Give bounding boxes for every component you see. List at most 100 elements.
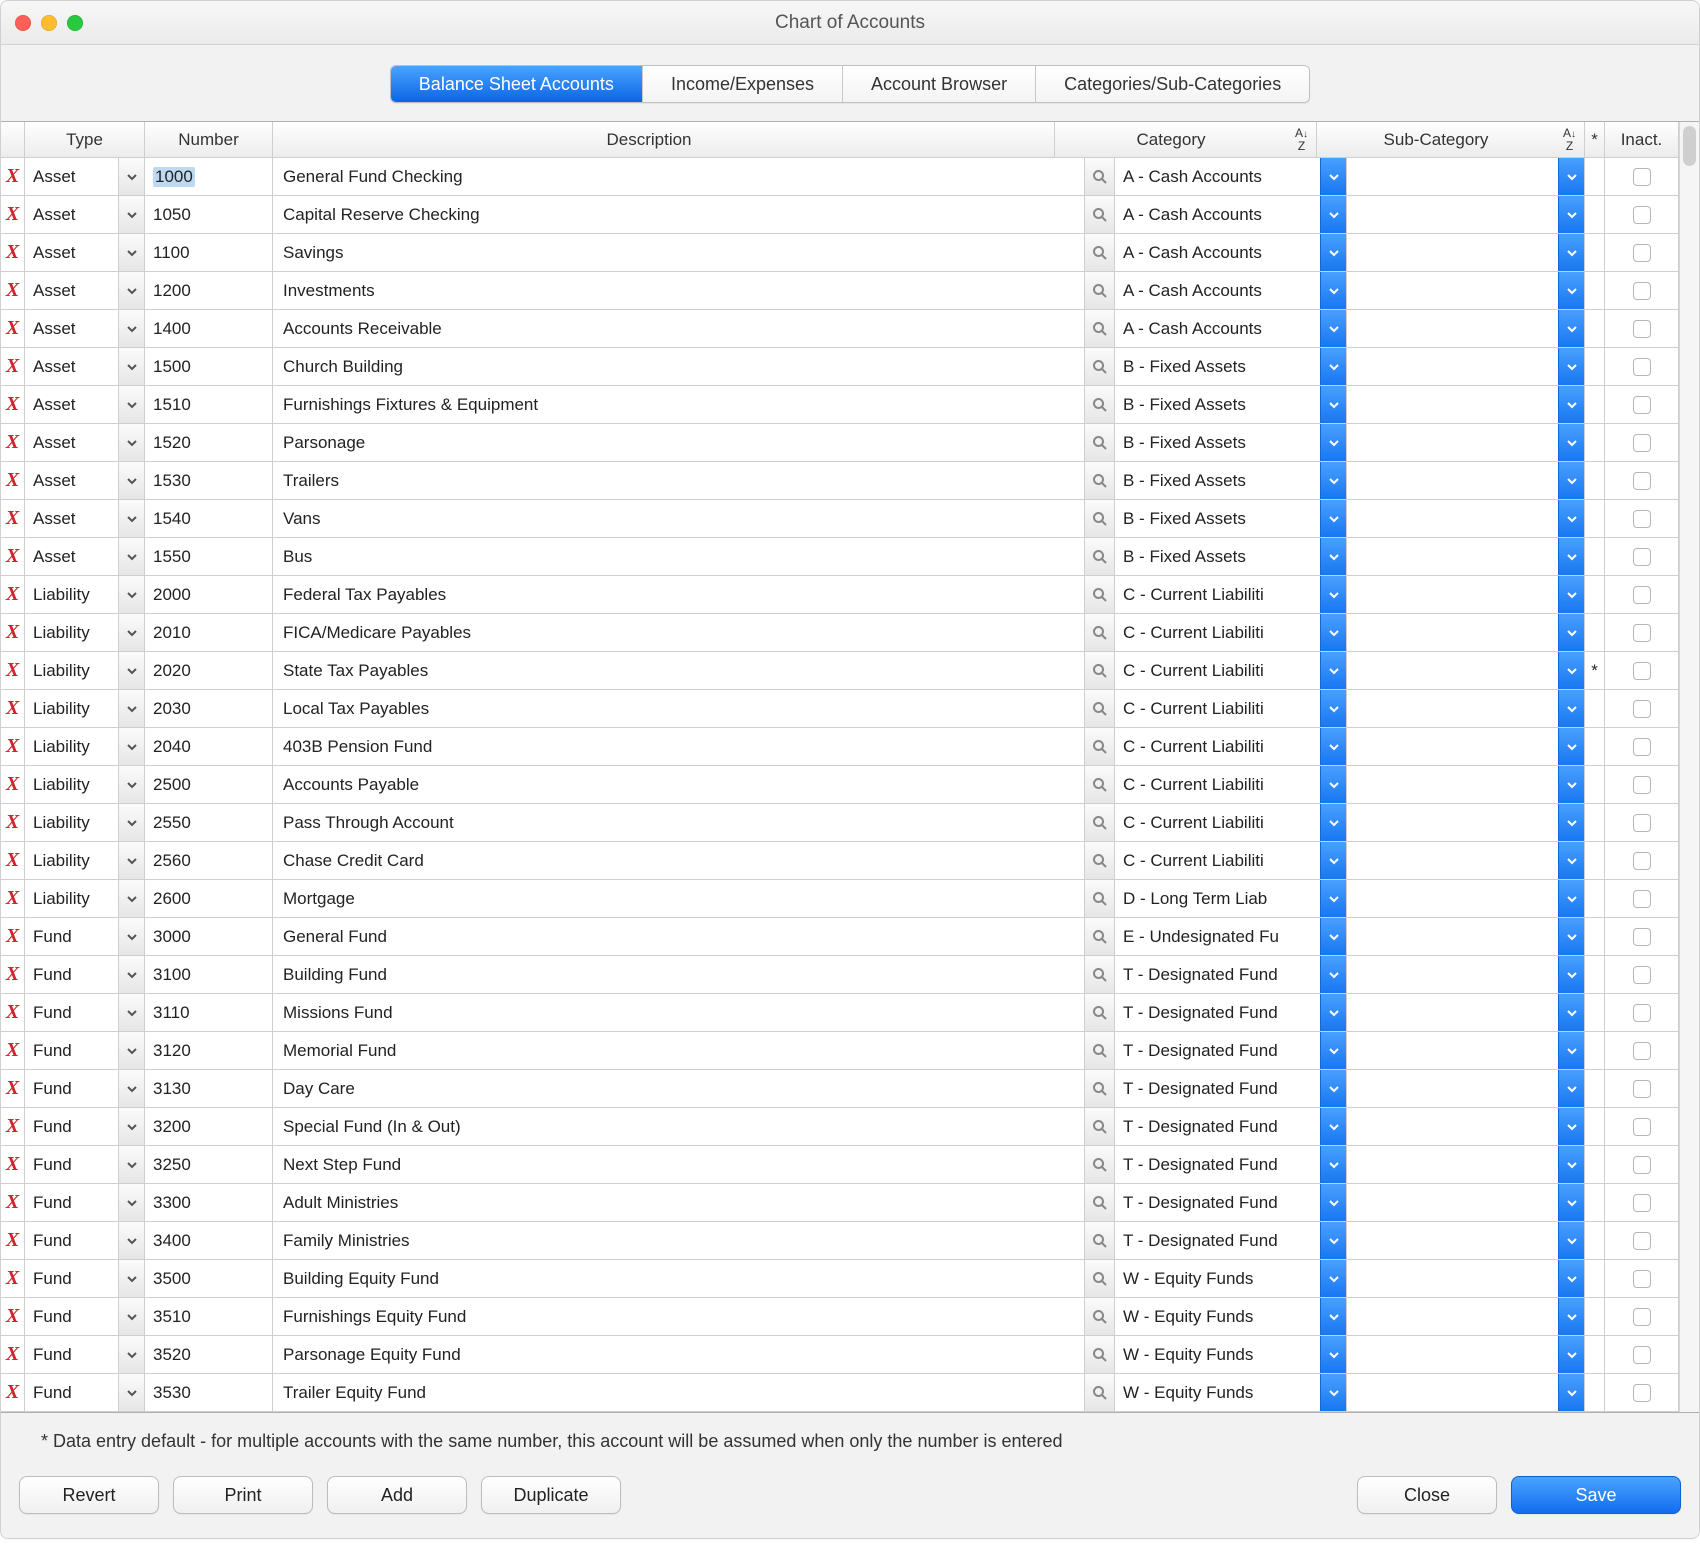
delete-row-button[interactable]: X — [1, 462, 25, 499]
type-select[interactable]: Asset — [25, 272, 145, 309]
category-select[interactable]: A - Cash Accounts — [1115, 310, 1347, 347]
delete-row-button[interactable]: X — [1, 956, 25, 993]
description-lookup-button[interactable] — [1085, 1070, 1115, 1107]
delete-row-button[interactable]: X — [1, 1374, 25, 1411]
inactive-checkbox[interactable] — [1605, 538, 1679, 575]
delete-row-button[interactable]: X — [1, 538, 25, 575]
scrollbar-thumb[interactable] — [1683, 126, 1696, 166]
revert-button[interactable]: Revert — [19, 1476, 159, 1514]
description-lookup-button[interactable] — [1085, 614, 1115, 651]
number-field[interactable]: 1550 — [145, 538, 273, 575]
default-star-cell[interactable] — [1585, 1146, 1605, 1183]
sub-category-select[interactable] — [1347, 956, 1585, 993]
window-minimize-button[interactable] — [41, 15, 57, 31]
inactive-checkbox[interactable] — [1605, 994, 1679, 1031]
default-star-cell[interactable] — [1585, 348, 1605, 385]
delete-row-button[interactable]: X — [1, 1336, 25, 1373]
default-star-cell[interactable] — [1585, 272, 1605, 309]
inactive-checkbox[interactable] — [1605, 728, 1679, 765]
sub-category-select[interactable] — [1347, 1336, 1585, 1373]
category-select[interactable]: C - Current Liabiliti — [1115, 690, 1347, 727]
default-star-cell[interactable] — [1585, 804, 1605, 841]
sub-category-select[interactable] — [1347, 690, 1585, 727]
sub-category-select[interactable] — [1347, 576, 1585, 613]
category-select[interactable]: W - Equity Funds — [1115, 1298, 1347, 1335]
description-field[interactable]: Investments — [273, 272, 1085, 309]
category-select[interactable]: A - Cash Accounts — [1115, 196, 1347, 233]
delete-row-button[interactable]: X — [1, 348, 25, 385]
category-select[interactable]: T - Designated Fund — [1115, 1146, 1347, 1183]
category-select[interactable]: C - Current Liabiliti — [1115, 766, 1347, 803]
save-button[interactable]: Save — [1511, 1476, 1681, 1514]
delete-row-button[interactable]: X — [1, 614, 25, 651]
number-field[interactable]: 2500 — [145, 766, 273, 803]
type-select[interactable]: Liability — [25, 804, 145, 841]
description-lookup-button[interactable] — [1085, 348, 1115, 385]
default-star-cell[interactable] — [1585, 994, 1605, 1031]
description-lookup-button[interactable] — [1085, 1146, 1115, 1183]
inactive-checkbox[interactable] — [1605, 1374, 1679, 1411]
default-star-cell[interactable] — [1585, 880, 1605, 917]
delete-row-button[interactable]: X — [1, 880, 25, 917]
inactive-checkbox[interactable] — [1605, 310, 1679, 347]
description-lookup-button[interactable] — [1085, 158, 1115, 195]
sub-category-select[interactable] — [1347, 424, 1585, 461]
number-field[interactable]: 2600 — [145, 880, 273, 917]
category-select[interactable]: D - Long Term Liab — [1115, 880, 1347, 917]
sub-category-select[interactable] — [1347, 500, 1585, 537]
description-lookup-button[interactable] — [1085, 690, 1115, 727]
tab-categories-sub-categories[interactable]: Categories/Sub-Categories — [1035, 66, 1309, 102]
default-star-cell[interactable] — [1585, 956, 1605, 993]
default-star-cell[interactable] — [1585, 728, 1605, 765]
number-field[interactable]: 2550 — [145, 804, 273, 841]
default-star-cell[interactable]: * — [1585, 652, 1605, 689]
description-lookup-button[interactable] — [1085, 1032, 1115, 1069]
window-close-button[interactable] — [15, 15, 31, 31]
inactive-checkbox[interactable] — [1605, 918, 1679, 955]
description-field[interactable]: Chase Credit Card — [273, 842, 1085, 879]
type-select[interactable]: Asset — [25, 234, 145, 271]
delete-row-button[interactable]: X — [1, 918, 25, 955]
number-field[interactable]: 2020 — [145, 652, 273, 689]
default-star-cell[interactable] — [1585, 690, 1605, 727]
col-type[interactable]: Type — [25, 122, 145, 157]
inactive-checkbox[interactable] — [1605, 1184, 1679, 1221]
sub-category-select[interactable] — [1347, 1032, 1585, 1069]
category-select[interactable]: C - Current Liabiliti — [1115, 842, 1347, 879]
type-select[interactable]: Asset — [25, 424, 145, 461]
description-field[interactable]: Building Fund — [273, 956, 1085, 993]
default-star-cell[interactable] — [1585, 918, 1605, 955]
number-field[interactable]: 3510 — [145, 1298, 273, 1335]
default-star-cell[interactable] — [1585, 538, 1605, 575]
number-field[interactable]: 2040 — [145, 728, 273, 765]
number-field[interactable]: 1530 — [145, 462, 273, 499]
description-field[interactable]: Memorial Fund — [273, 1032, 1085, 1069]
inactive-checkbox[interactable] — [1605, 1260, 1679, 1297]
default-star-cell[interactable] — [1585, 462, 1605, 499]
delete-row-button[interactable]: X — [1, 1298, 25, 1335]
sub-category-select[interactable] — [1347, 614, 1585, 651]
sub-category-select[interactable] — [1347, 1184, 1585, 1221]
number-field[interactable]: 1540 — [145, 500, 273, 537]
description-lookup-button[interactable] — [1085, 196, 1115, 233]
delete-row-button[interactable]: X — [1, 1222, 25, 1259]
type-select[interactable]: Liability — [25, 690, 145, 727]
number-field[interactable]: 2560 — [145, 842, 273, 879]
number-field[interactable]: 3400 — [145, 1222, 273, 1259]
number-field[interactable]: 2010 — [145, 614, 273, 651]
category-select[interactable]: C - Current Liabiliti — [1115, 728, 1347, 765]
default-star-cell[interactable] — [1585, 234, 1605, 271]
type-select[interactable]: Liability — [25, 576, 145, 613]
type-select[interactable]: Fund — [25, 956, 145, 993]
delete-row-button[interactable]: X — [1, 994, 25, 1031]
category-select[interactable]: T - Designated Fund — [1115, 1184, 1347, 1221]
type-select[interactable]: Fund — [25, 1298, 145, 1335]
sub-category-select[interactable] — [1347, 310, 1585, 347]
sub-category-select[interactable] — [1347, 652, 1585, 689]
inactive-checkbox[interactable] — [1605, 348, 1679, 385]
category-select[interactable]: T - Designated Fund — [1115, 956, 1347, 993]
type-select[interactable]: Asset — [25, 310, 145, 347]
sub-category-select[interactable] — [1347, 1298, 1585, 1335]
description-lookup-button[interactable] — [1085, 728, 1115, 765]
inactive-checkbox[interactable] — [1605, 1336, 1679, 1373]
